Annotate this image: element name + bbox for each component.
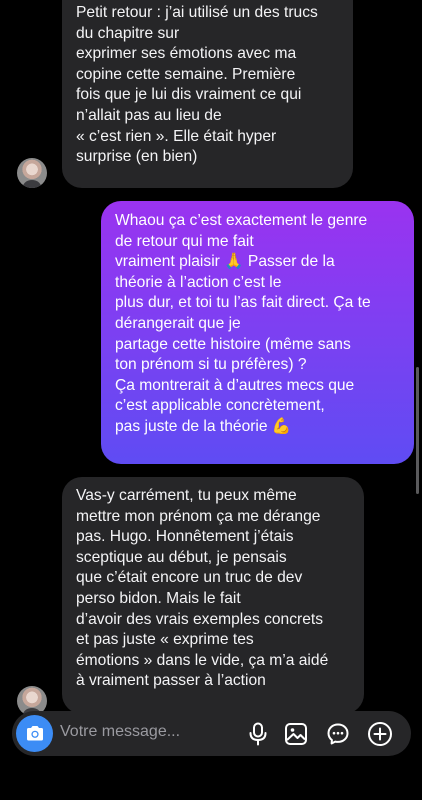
message-line: Petit retour : j’ai utilisé un des trucs [76,4,318,21]
camera-icon [26,726,43,741]
message-line: fois que je lui dis vraiment ce qui [76,86,302,104]
message-line: théorie à l’action c’est le [115,273,282,291]
message-line: que c’était encore un truc de dev [76,569,303,587]
message-line: d’avoir des vrais exemples concrets [76,610,324,628]
message-line: exprimer ses émotions avec ma [76,45,297,63]
message-line: ton prénom si tu préfères) ? [115,356,307,374]
message-line: perso bidon. Mais le fait [76,589,241,607]
message-line: surprise (en bien) [76,148,198,166]
message-line: dérangerait que je [115,314,241,332]
sticker-button[interactable] [325,721,351,747]
message-line: mettre mon prénom ça me dérange [76,507,321,525]
plus-icon [368,722,392,746]
message-line: et pas juste « exprime tes [76,631,254,649]
message-line: du chapitre sur [76,24,180,42]
message-line: Whaou ça c’est exactement le genre [115,212,368,229]
microphone-button[interactable] [245,721,271,747]
message-line: de retour qui me fait [115,232,254,250]
message-line: vraiment plaisir 🙏 Passer de la [115,253,335,271]
message-line: pas. Hugo. Honnêtement j’étais [76,528,294,546]
message-line: sceptique au début, je pensais [76,548,287,566]
message-line: « c’est rien ». Elle était hyper [76,127,277,145]
contact-avatar[interactable] [17,158,47,188]
camera-button[interactable] [16,715,53,752]
sticker-icon [327,723,349,745]
message-line: c’est applicable concrètement, [115,397,325,415]
message-line: n’allait pas au lieu de [76,106,222,124]
microphone-icon [249,722,267,746]
sent-message-bubble[interactable]: Whaou ça c’est exactement le genre de re… [101,201,414,464]
message-line: plus dur, et toi tu l’as fait direct. Ça… [115,294,371,312]
message-line: copine cette semaine. Première [76,65,296,83]
message-composer: Votre message... [12,711,411,756]
message-line: émotions » dans le vide, ça m’a aidé [76,651,329,669]
gallery-button[interactable] [283,721,309,747]
message-line: partage cette histoire (même sans [115,335,351,353]
message-line: Vas-y carrément, tu peux même [76,487,297,504]
gallery-icon [285,723,307,745]
message-line: pas juste de la théorie 💪 [115,417,292,435]
scrollbar-thumb[interactable] [416,367,419,494]
message-input[interactable]: Votre message... [60,723,180,741]
add-button[interactable] [367,721,393,747]
message-line: à vraiment passer à l’action [76,672,266,690]
message-line: Ça montrerait à d’autres mecs que [115,376,355,394]
received-message-bubble[interactable]: Vas-y carrément, tu peux même mettre mon… [62,477,364,714]
received-message-bubble[interactable]: Petit retour : j’ai utilisé un des trucs… [62,0,353,188]
